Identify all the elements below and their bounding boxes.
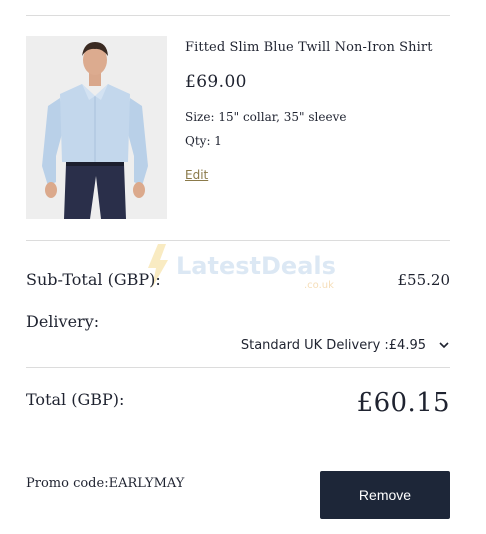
top-divider — [26, 15, 450, 16]
product-quantity: Qty: 1 — [185, 134, 222, 148]
product-price: £69.00 — [185, 72, 247, 92]
chevron-down-icon — [439, 342, 449, 349]
summary-divider — [26, 367, 450, 368]
delivery-option: Standard UK Delivery :£4.95 — [240, 337, 426, 353]
product-size: Size: 15" collar, 35" sleeve — [185, 110, 347, 124]
subtotal-label: Sub-Total (GBP): — [26, 270, 161, 289]
product-image[interactable] — [26, 36, 167, 219]
svg-text:.co.uk: .co.uk — [304, 280, 334, 291]
promo-code-text: Promo code:EARLYMAY — [26, 476, 185, 491]
product-title[interactable]: Fitted Slim Blue Twill Non-Iron Shirt — [185, 40, 433, 55]
edit-link[interactable]: Edit — [185, 168, 208, 182]
delivery-label: Delivery: — [26, 312, 100, 331]
model-shirt-illustration — [26, 36, 167, 219]
delivery-dropdown[interactable]: Standard UK Delivery :£4.95 — [241, 334, 450, 356]
subtotal-value: £55.20 — [397, 271, 451, 289]
total-value: £60.15 — [356, 388, 450, 418]
watermark-logo: LatestDeals .co.uk — [146, 240, 356, 295]
svg-text:LatestDeals: LatestDeals — [176, 252, 336, 280]
remove-promo-button[interactable]: Remove — [320, 471, 450, 519]
total-label: Total (GBP): — [26, 390, 125, 409]
